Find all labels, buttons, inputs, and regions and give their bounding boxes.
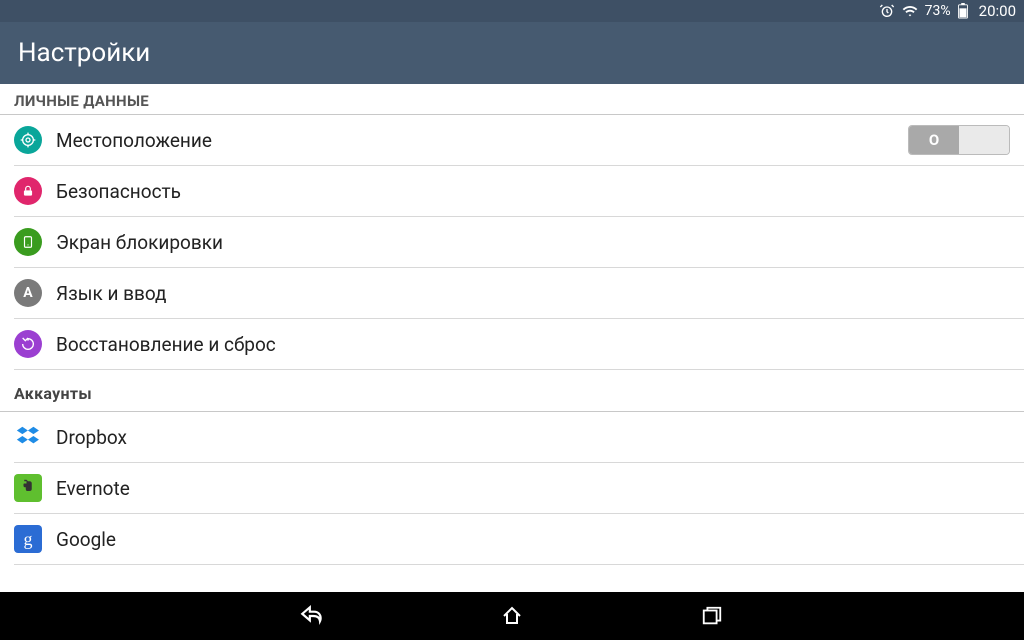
- row-label: Evernote: [56, 477, 1010, 500]
- evernote-icon: [14, 474, 42, 502]
- back-button[interactable]: [292, 596, 332, 636]
- row-label: Безопасность: [56, 180, 1010, 203]
- home-button[interactable]: [492, 596, 532, 636]
- toggle-on-side: [959, 126, 1009, 154]
- dropbox-icon: [14, 423, 42, 451]
- title-bar: Настройки: [0, 22, 1024, 84]
- row-label: Dropbox: [56, 426, 1010, 449]
- battery-icon: [957, 3, 969, 19]
- row-label: Экран блокировки: [56, 231, 1010, 254]
- alarm-icon: [879, 3, 895, 19]
- section-header-personal: ЛИЧНЫЕ ДАННЫЕ: [0, 84, 1024, 114]
- status-bar: 73% 20:00: [0, 0, 1024, 22]
- settings-list: ЛИЧНЫЕ ДАННЫЕ Местоположение O Безопасно…: [0, 84, 1024, 592]
- row-label: Язык и ввод: [56, 282, 1010, 305]
- row-language[interactable]: A Язык и ввод: [0, 268, 1024, 318]
- security-icon: [14, 177, 42, 205]
- clock: 20:00: [979, 2, 1016, 20]
- lockscreen-icon: [14, 228, 42, 256]
- google-icon: g: [14, 525, 42, 553]
- row-account-dropbox[interactable]: Dropbox: [0, 412, 1024, 462]
- row-label: Восстановление и сброс: [56, 333, 1010, 356]
- recents-button[interactable]: [692, 596, 732, 636]
- row-account-google[interactable]: g Google: [0, 514, 1024, 564]
- battery-percentage: 73%: [925, 3, 951, 19]
- row-backup-reset[interactable]: Восстановление и сброс: [0, 319, 1024, 369]
- section-header-accounts: Аккаунты: [0, 370, 1024, 407]
- language-icon: A: [14, 279, 42, 307]
- toggle-off-label: O: [909, 126, 959, 154]
- page-title: Настройки: [18, 38, 150, 68]
- row-label: Местоположение: [56, 129, 908, 152]
- location-toggle[interactable]: O: [908, 125, 1010, 155]
- row-location[interactable]: Местоположение O: [0, 115, 1024, 165]
- row-lockscreen[interactable]: Экран блокировки: [0, 217, 1024, 267]
- row-security[interactable]: Безопасность: [0, 166, 1024, 216]
- backup-icon: [14, 330, 42, 358]
- row-account-evernote[interactable]: Evernote: [0, 463, 1024, 513]
- location-icon: [14, 126, 42, 154]
- navigation-bar: [0, 592, 1024, 640]
- row-label: Google: [56, 528, 1010, 551]
- wifi-icon: [901, 3, 919, 19]
